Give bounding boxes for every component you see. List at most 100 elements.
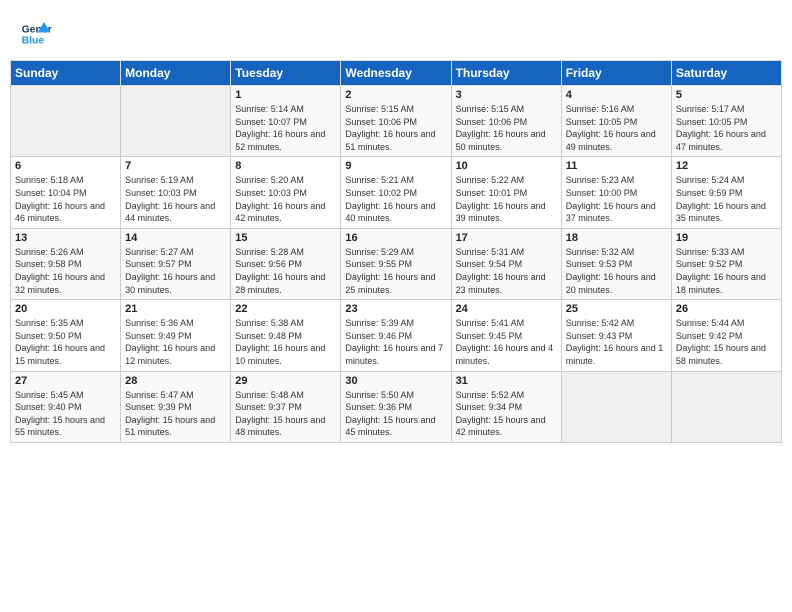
cell-info: Sunrise: 5:42 AM Sunset: 9:43 PM Dayligh… bbox=[566, 317, 667, 367]
calendar-cell: 7 Sunrise: 5:19 AM Sunset: 10:03 PM Dayli… bbox=[121, 157, 231, 228]
calendar-cell: 15Sunrise: 5:28 AM Sunset: 9:56 PM Dayli… bbox=[231, 228, 341, 299]
cell-info: Sunrise: 5:39 AM Sunset: 9:46 PM Dayligh… bbox=[345, 317, 446, 367]
cell-info: Sunrise: 5:29 AM Sunset: 9:55 PM Dayligh… bbox=[345, 246, 446, 296]
calendar-cell: 16 Sunrise: 5:29 AM Sunset: 9:55 PM Dayli… bbox=[341, 228, 451, 299]
calendar-cell: 9 Sunrise: 5:21 AM Sunset: 10:02 PM Dayli… bbox=[341, 157, 451, 228]
calendar-cell: 13 Sunrise: 5:26 AM Sunset: 9:58 PM Dayli… bbox=[11, 228, 121, 299]
calendar-cell: 23Sunrise: 5:39 AM Sunset: 9:46 PM Dayli… bbox=[341, 300, 451, 371]
calendar-cell: 14 Sunrise: 5:27 AM Sunset: 9:57 PM Dayli… bbox=[121, 228, 231, 299]
calendar-cell bbox=[11, 86, 121, 157]
day-of-week-header: Sunday bbox=[11, 61, 121, 86]
day-number: 28 bbox=[125, 375, 226, 387]
day-of-week-header: Tuesday bbox=[231, 61, 341, 86]
day-of-week-header: Friday bbox=[561, 61, 671, 86]
cell-info: Sunrise: 5:16 AM Sunset: 10:05 PM Daylig… bbox=[566, 103, 667, 153]
calendar-week-row: 20 Sunrise: 5:35 AM Sunset: 9:50 PM Dayli… bbox=[11, 300, 782, 371]
day-number: 3 bbox=[456, 89, 557, 101]
day-number: 14 bbox=[125, 232, 226, 244]
calendar-cell: 20 Sunrise: 5:35 AM Sunset: 9:50 PM Dayli… bbox=[11, 300, 121, 371]
cell-info: Sunrise: 5:22 AM Sunset: 10:01 PM Daylig… bbox=[456, 174, 557, 224]
calendar-cell: 31Sunrise: 5:52 AM Sunset: 9:34 PM Dayli… bbox=[451, 371, 561, 442]
calendar-cell: 19Sunrise: 5:33 AM Sunset: 9:52 PM Dayli… bbox=[671, 228, 781, 299]
cell-info: Sunrise: 5:32 AM Sunset: 9:53 PM Dayligh… bbox=[566, 246, 667, 296]
cell-info: Sunrise: 5:52 AM Sunset: 9:34 PM Dayligh… bbox=[456, 389, 557, 439]
cell-info: Sunrise: 5:38 AM Sunset: 9:48 PM Dayligh… bbox=[235, 317, 336, 367]
day-number: 12 bbox=[676, 160, 777, 172]
logo: General Blue bbox=[20, 18, 52, 50]
day-number: 30 bbox=[345, 375, 446, 387]
calendar-cell: 24 Sunrise: 5:41 AM Sunset: 9:45 PM Dayli… bbox=[451, 300, 561, 371]
svg-text:Blue: Blue bbox=[22, 36, 45, 47]
cell-info: Sunrise: 5:36 AM Sunset: 9:49 PM Dayligh… bbox=[125, 317, 226, 367]
cell-info: Sunrise: 5:41 AM Sunset: 9:45 PM Dayligh… bbox=[456, 317, 557, 367]
day-number: 16 bbox=[345, 232, 446, 244]
calendar-cell: 12 Sunrise: 5:24 AM Sunset: 9:59 PM Dayli… bbox=[671, 157, 781, 228]
cell-info: Sunrise: 5:45 AM Sunset: 9:40 PM Dayligh… bbox=[15, 389, 116, 439]
calendar-cell: 1 Sunrise: 5:14 AM Sunset: 10:07 PM Dayli… bbox=[231, 86, 341, 157]
cell-info: Sunrise: 5:50 AM Sunset: 9:36 PM Dayligh… bbox=[345, 389, 446, 439]
calendar-cell: 6 Sunrise: 5:18 AM Sunset: 10:04 PM Dayli… bbox=[11, 157, 121, 228]
cell-info: Sunrise: 5:15 AM Sunset: 10:06 PM Daylig… bbox=[345, 103, 446, 153]
cell-info: Sunrise: 5:21 AM Sunset: 10:02 PM Daylig… bbox=[345, 174, 446, 224]
day-number: 8 bbox=[235, 160, 336, 172]
day-number: 9 bbox=[345, 160, 446, 172]
day-number: 5 bbox=[676, 89, 777, 101]
calendar-cell: 5 Sunrise: 5:17 AM Sunset: 10:05 PM Dayli… bbox=[671, 86, 781, 157]
calendar-cell: 29Sunrise: 5:48 AM Sunset: 9:37 PM Dayli… bbox=[231, 371, 341, 442]
cell-info: Sunrise: 5:47 AM Sunset: 9:39 PM Dayligh… bbox=[125, 389, 226, 439]
cell-info: Sunrise: 5:19 AM Sunset: 10:03 PM Daylig… bbox=[125, 174, 226, 224]
calendar-cell: 17Sunrise: 5:31 AM Sunset: 9:54 PM Dayli… bbox=[451, 228, 561, 299]
calendar-cell bbox=[561, 371, 671, 442]
calendar-week-row: 27Sunrise: 5:45 AM Sunset: 9:40 PM Dayli… bbox=[11, 371, 782, 442]
calendar-cell: 8 Sunrise: 5:20 AM Sunset: 10:03 PM Dayli… bbox=[231, 157, 341, 228]
day-number: 19 bbox=[676, 232, 777, 244]
cell-info: Sunrise: 5:17 AM Sunset: 10:05 PM Daylig… bbox=[676, 103, 777, 153]
day-number: 7 bbox=[125, 160, 226, 172]
day-number: 17 bbox=[456, 232, 557, 244]
cell-info: Sunrise: 5:23 AM Sunset: 10:00 PM Daylig… bbox=[566, 174, 667, 224]
day-of-week-header: Monday bbox=[121, 61, 231, 86]
day-number: 4 bbox=[566, 89, 667, 101]
cell-info: Sunrise: 5:14 AM Sunset: 10:07 PM Daylig… bbox=[235, 103, 336, 153]
day-number: 10 bbox=[456, 160, 557, 172]
day-number: 13 bbox=[15, 232, 116, 244]
calendar-cell: 22Sunrise: 5:38 AM Sunset: 9:48 PM Dayli… bbox=[231, 300, 341, 371]
logo-icon: General Blue bbox=[20, 18, 52, 50]
day-number: 11 bbox=[566, 160, 667, 172]
day-number: 21 bbox=[125, 303, 226, 315]
calendar-cell bbox=[671, 371, 781, 442]
calendar-week-row: 1 Sunrise: 5:14 AM Sunset: 10:07 PM Dayli… bbox=[11, 86, 782, 157]
calendar-cell: 27Sunrise: 5:45 AM Sunset: 9:40 PM Dayli… bbox=[11, 371, 121, 442]
day-number: 20 bbox=[15, 303, 116, 315]
calendar-cell: 30 Sunrise: 5:50 AM Sunset: 9:36 PM Dayli… bbox=[341, 371, 451, 442]
cell-info: Sunrise: 5:35 AM Sunset: 9:50 PM Dayligh… bbox=[15, 317, 116, 367]
calendar-cell: 25 Sunrise: 5:42 AM Sunset: 9:43 PM Dayli… bbox=[561, 300, 671, 371]
cell-info: Sunrise: 5:20 AM Sunset: 10:03 PM Daylig… bbox=[235, 174, 336, 224]
calendar-cell: 28 Sunrise: 5:47 AM Sunset: 9:39 PM Dayli… bbox=[121, 371, 231, 442]
cell-info: Sunrise: 5:48 AM Sunset: 9:37 PM Dayligh… bbox=[235, 389, 336, 439]
day-number: 18 bbox=[566, 232, 667, 244]
day-number: 1 bbox=[235, 89, 336, 101]
cell-info: Sunrise: 5:27 AM Sunset: 9:57 PM Dayligh… bbox=[125, 246, 226, 296]
day-number: 25 bbox=[566, 303, 667, 315]
calendar-cell bbox=[121, 86, 231, 157]
day-of-week-header: Saturday bbox=[671, 61, 781, 86]
cell-info: Sunrise: 5:44 AM Sunset: 9:42 PM Dayligh… bbox=[676, 317, 777, 367]
calendar-cell: 4 Sunrise: 5:16 AM Sunset: 10:05 PM Dayli… bbox=[561, 86, 671, 157]
cell-info: Sunrise: 5:15 AM Sunset: 10:06 PM Daylig… bbox=[456, 103, 557, 153]
day-number: 24 bbox=[456, 303, 557, 315]
cell-info: Sunrise: 5:26 AM Sunset: 9:58 PM Dayligh… bbox=[15, 246, 116, 296]
day-number: 2 bbox=[345, 89, 446, 101]
calendar-cell: 21 Sunrise: 5:36 AM Sunset: 9:49 PM Dayli… bbox=[121, 300, 231, 371]
calendar-cell: 2 Sunrise: 5:15 AM Sunset: 10:06 PM Dayli… bbox=[341, 86, 451, 157]
calendar-week-row: 13 Sunrise: 5:26 AM Sunset: 9:58 PM Dayli… bbox=[11, 228, 782, 299]
day-of-week-header: Thursday bbox=[451, 61, 561, 86]
cell-info: Sunrise: 5:18 AM Sunset: 10:04 PM Daylig… bbox=[15, 174, 116, 224]
calendar-cell: 3 Sunrise: 5:15 AM Sunset: 10:06 PM Dayli… bbox=[451, 86, 561, 157]
day-number: 6 bbox=[15, 160, 116, 172]
calendar-cell: 10 Sunrise: 5:22 AM Sunset: 10:01 PM Dayl… bbox=[451, 157, 561, 228]
page-header: General Blue bbox=[10, 10, 782, 54]
cell-info: Sunrise: 5:24 AM Sunset: 9:59 PM Dayligh… bbox=[676, 174, 777, 224]
calendar-table: SundayMondayTuesdayWednesdayThursdayFrid… bbox=[10, 60, 782, 443]
calendar-header-row: SundayMondayTuesdayWednesdayThursdayFrid… bbox=[11, 61, 782, 86]
